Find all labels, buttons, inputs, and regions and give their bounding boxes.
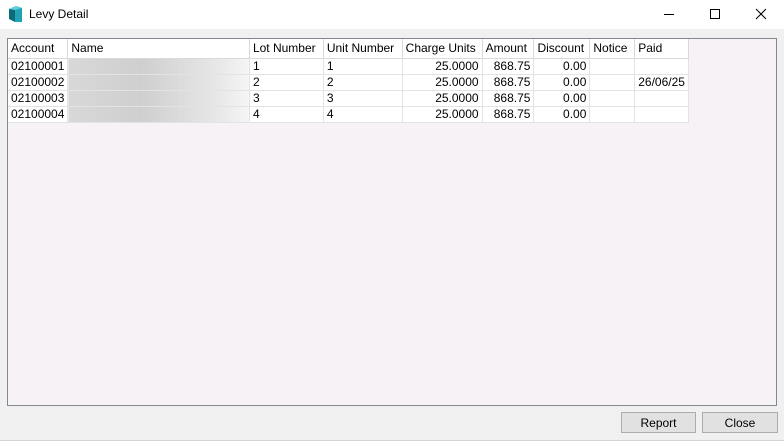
column-header-lot-number[interactable]: Lot Number: [249, 39, 324, 59]
row-spacer: [688, 74, 776, 90]
row-spacer: [688, 106, 776, 122]
window-title: Levy Detail: [29, 7, 89, 21]
cell-charge-units[interactable]: 25.0000: [402, 90, 483, 107]
cell-discount[interactable]: 0.00: [533, 90, 591, 107]
cell-account[interactable]: 02100004: [8, 106, 69, 123]
cell-charge-units[interactable]: 25.0000: [402, 74, 483, 91]
cell-paid[interactable]: [634, 58, 689, 75]
cell-lot[interactable]: 3: [249, 90, 324, 107]
cell-name-redacted[interactable]: [67, 58, 250, 75]
maximize-icon: [710, 9, 720, 19]
table-row[interactable]: 02100004 4 4 25.0000 868.75 0.00: [8, 106, 776, 123]
cell-name-redacted[interactable]: [67, 74, 250, 91]
cell-name-redacted[interactable]: [67, 106, 250, 123]
cell-unit[interactable]: 3: [323, 90, 403, 107]
column-header-paid[interactable]: Paid: [634, 39, 689, 59]
app-logo-icon: [9, 6, 22, 22]
cell-charge-units[interactable]: 25.0000: [402, 106, 483, 123]
column-header-account[interactable]: Account: [8, 39, 69, 59]
cell-unit[interactable]: 2: [323, 74, 403, 91]
column-header-notice[interactable]: Notice: [589, 39, 636, 59]
close-button[interactable]: Close: [702, 412, 778, 433]
cell-name-redacted[interactable]: [67, 90, 250, 107]
header-spacer: [688, 39, 776, 58]
client-area: Account Name Lot Number Unit Number Char…: [0, 29, 784, 441]
cell-amount[interactable]: 868.75: [482, 58, 535, 75]
column-header-amount[interactable]: Amount: [482, 39, 535, 59]
table-row[interactable]: 02100002 2 2 25.0000 868.75 0.00 26/06/2…: [8, 74, 776, 91]
row-spacer: [688, 58, 776, 74]
column-header-name[interactable]: Name: [67, 39, 250, 59]
cell-lot[interactable]: 2: [249, 74, 324, 91]
cell-paid[interactable]: [634, 106, 689, 123]
cell-amount[interactable]: 868.75: [482, 106, 535, 123]
minimize-button[interactable]: [646, 0, 692, 29]
column-header-charge-units[interactable]: Charge Units: [402, 39, 483, 59]
cell-account[interactable]: 02100003: [8, 90, 69, 107]
report-button[interactable]: Report: [621, 412, 696, 433]
levy-grid[interactable]: Account Name Lot Number Unit Number Char…: [7, 38, 777, 406]
cell-account[interactable]: 02100001: [8, 58, 69, 75]
cell-discount[interactable]: 0.00: [533, 74, 591, 91]
cell-amount[interactable]: 868.75: [482, 90, 535, 107]
cell-paid[interactable]: [634, 90, 689, 107]
cell-lot[interactable]: 1: [249, 58, 324, 75]
close-icon: [755, 8, 767, 20]
window-close-button[interactable]: [738, 0, 784, 29]
table-row[interactable]: 02100003 3 3 25.0000 868.75 0.00: [8, 90, 776, 107]
cell-notice[interactable]: [589, 106, 636, 123]
title-bar: Levy Detail: [0, 0, 784, 29]
cell-unit[interactable]: 4: [323, 106, 403, 123]
cell-notice[interactable]: [589, 58, 636, 75]
levy-table: Account Name Lot Number Unit Number Char…: [8, 39, 776, 123]
column-header-unit-number[interactable]: Unit Number: [323, 39, 403, 59]
cell-paid[interactable]: 26/06/25: [634, 74, 689, 91]
cell-charge-units[interactable]: 25.0000: [402, 58, 483, 75]
cell-notice[interactable]: [589, 90, 636, 107]
maximize-button[interactable]: [692, 0, 738, 29]
cell-account[interactable]: 02100002: [8, 74, 69, 91]
minimize-icon: [664, 14, 674, 15]
table-row[interactable]: 02100001 1 1 25.0000 868.75 0.00: [8, 58, 776, 75]
column-header-discount[interactable]: Discount: [533, 39, 591, 59]
cell-lot[interactable]: 4: [249, 106, 324, 123]
cell-unit[interactable]: 1: [323, 58, 403, 75]
row-spacer: [688, 90, 776, 106]
cell-notice[interactable]: [589, 74, 636, 91]
cell-amount[interactable]: 868.75: [482, 74, 535, 91]
table-header-row: Account Name Lot Number Unit Number Char…: [8, 39, 776, 59]
cell-discount[interactable]: 0.00: [533, 58, 591, 75]
cell-discount[interactable]: 0.00: [533, 106, 591, 123]
